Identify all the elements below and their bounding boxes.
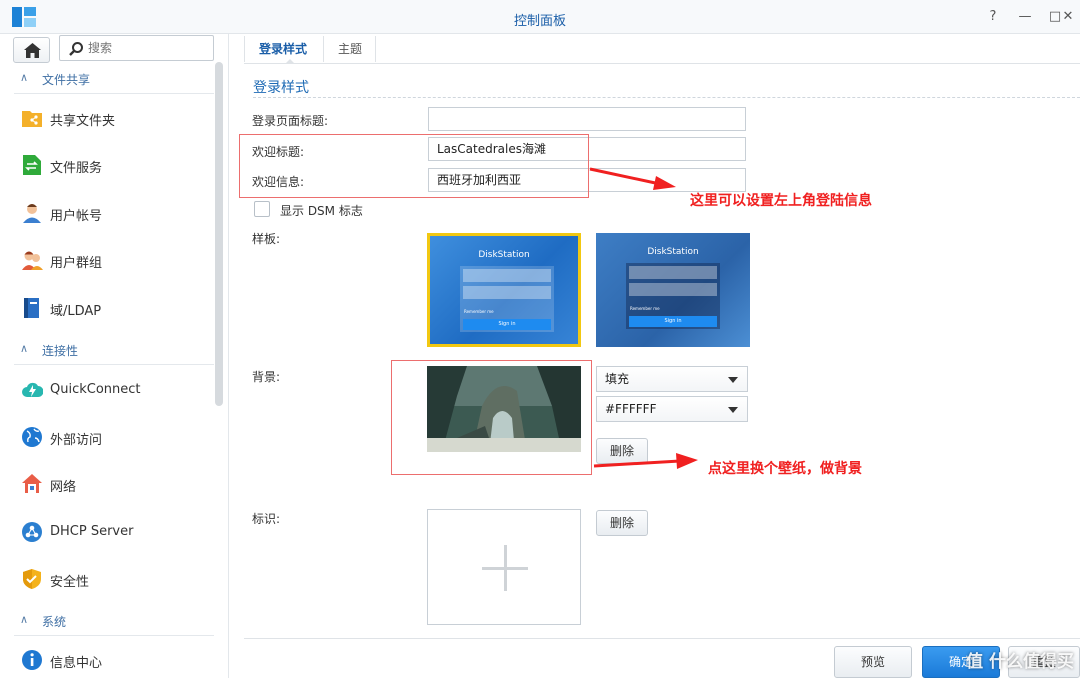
annotation-box-background xyxy=(391,360,592,475)
template-option-1[interactable]: DiskStation Remember me Sign in xyxy=(427,233,581,347)
section-file-sharing[interactable]: ∧ 文件共享 xyxy=(0,68,214,94)
sidebar-item-external-access[interactable]: 外部访问 xyxy=(0,415,214,459)
chevron-up-icon: ∧ xyxy=(20,71,29,84)
sidebar-item-group[interactable]: 用户群组 xyxy=(0,238,214,282)
home-icon xyxy=(24,43,41,58)
show-dsm-logo-label: 显示 DSM 标志 xyxy=(280,204,363,218)
template-remember: Remember me xyxy=(630,306,660,311)
delete-logo-button[interactable]: 删除 xyxy=(596,510,648,536)
sidebar-item-dhcp-server[interactable]: DHCP Server xyxy=(0,510,214,554)
window-title: 控制面板 xyxy=(513,14,566,29)
help-icon[interactable]: ? xyxy=(984,8,1002,26)
background-color-select[interactable]: #FFFFFF xyxy=(596,396,748,422)
sidebar-item-label: 安全性 xyxy=(50,575,90,590)
globe-icon xyxy=(22,427,42,447)
quickconnect-icon xyxy=(22,382,43,397)
page-title-label: 登录页面标题: xyxy=(252,114,329,128)
sidebar-item-label: QuickConnect xyxy=(50,382,141,397)
sidebar: ∧ 文件共享 共享文件夹 文件服务 用户帐号 用户群组 域/LDAP ∧ 连接性… xyxy=(0,34,229,678)
section-label: 连接性 xyxy=(42,344,79,358)
sidebar-item-label: 共享文件夹 xyxy=(50,114,116,129)
search-icon xyxy=(69,42,83,56)
minimize-icon[interactable]: — xyxy=(1016,8,1034,26)
watermark: 值 什么值得买 xyxy=(966,652,1074,672)
annotation-box-welcome xyxy=(239,134,589,198)
template-option-2[interactable]: DiskStation Remember me Sign in xyxy=(596,233,750,347)
template-title: DiskStation xyxy=(478,250,530,260)
sidebar-item-label: 网络 xyxy=(50,480,77,495)
sidebar-item-label: 外部访问 xyxy=(50,433,103,448)
dhcp-server-icon xyxy=(22,522,42,542)
section-label: 文件共享 xyxy=(42,73,91,87)
background-color-value: #FFFFFF xyxy=(605,402,657,416)
annotation-arrow-1 xyxy=(589,167,676,190)
main-panel: 登录样式 主题 登录样式 登录页面标题: 欢迎标题: LasCatedrales… xyxy=(244,34,1080,678)
logo-upload-area[interactable] xyxy=(427,509,581,625)
sidebar-item-quickconnect[interactable]: QuickConnect xyxy=(0,368,214,412)
sidebar-item-security[interactable]: 安全性 xyxy=(0,557,214,601)
sidebar-item-file-services[interactable]: 文件服务 xyxy=(0,143,214,187)
annotation-text-1: 这里可以设置左上角登陆信息 xyxy=(690,193,872,209)
template-signin: Sign in xyxy=(629,316,717,327)
sidebar-item-domain-ldap[interactable]: 域/LDAP xyxy=(0,286,214,330)
divider xyxy=(253,97,1080,98)
template-signin: Sign in xyxy=(463,319,551,330)
network-icon xyxy=(22,474,42,493)
chevron-up-icon: ∧ xyxy=(20,342,29,355)
section-label: 系统 xyxy=(42,615,67,629)
tab-theme[interactable]: 主题 xyxy=(330,38,370,62)
preview-button[interactable]: 预览 xyxy=(834,646,912,678)
section-system[interactable]: ∧ 系统 xyxy=(0,610,214,636)
sidebar-item-label: 用户帐号 xyxy=(50,209,103,224)
tab-bar: 登录样式 主题 xyxy=(244,34,1080,64)
sidebar-item-label: 用户群组 xyxy=(50,256,103,271)
annotation-arrow-2 xyxy=(593,453,698,469)
background-label: 背景: xyxy=(252,370,281,384)
sidebar-item-network[interactable]: 网络 xyxy=(0,462,214,506)
show-dsm-logo-checkbox[interactable] xyxy=(254,201,270,217)
user-group-icon xyxy=(22,251,43,270)
home-button[interactable] xyxy=(13,37,50,63)
footer-divider xyxy=(244,638,1080,639)
template-label: 样板: xyxy=(252,232,281,246)
user-icon xyxy=(23,204,41,223)
annotation-text-2: 点这里换个壁纸，做背景 xyxy=(708,461,862,477)
section-connectivity[interactable]: ∧ 连接性 xyxy=(0,339,214,365)
chevron-up-icon: ∧ xyxy=(20,613,29,626)
logo-label: 标识: xyxy=(252,512,281,526)
shield-icon xyxy=(23,569,41,589)
fill-mode-select[interactable]: 填充 xyxy=(596,366,748,392)
sidebar-item-info-center[interactable]: 信息中心 xyxy=(0,638,214,678)
info-icon xyxy=(22,650,42,670)
dropdown-arrow-icon xyxy=(728,377,738,383)
sidebar-item-label: 信息中心 xyxy=(50,656,103,671)
search-field[interactable] xyxy=(59,35,214,61)
page-title-input[interactable] xyxy=(428,107,746,131)
shared-folder-icon xyxy=(22,111,42,127)
fill-mode-value: 填充 xyxy=(605,372,630,386)
template-title: DiskStation xyxy=(647,247,699,257)
dropdown-arrow-icon xyxy=(728,407,738,413)
tab-login-style[interactable]: 登录样式 xyxy=(250,38,316,62)
section-title: 登录样式 xyxy=(253,80,309,96)
template-remember: Remember me xyxy=(464,309,494,314)
sidebar-item-label: 文件服务 xyxy=(50,161,103,176)
sidebar-item-label: DHCP Server xyxy=(50,524,134,539)
sidebar-item-user[interactable]: 用户帐号 xyxy=(0,191,214,235)
close-icon[interactable]: ✕ xyxy=(1058,8,1078,26)
search-input[interactable] xyxy=(88,39,208,57)
sidebar-scrollbar[interactable] xyxy=(215,62,223,406)
sidebar-item-shared-folder[interactable]: 共享文件夹 xyxy=(0,96,214,140)
domain-ldap-icon xyxy=(24,298,39,318)
sidebar-item-label: 域/LDAP xyxy=(50,304,102,319)
window-titlebar: 控制面板 ? — □ ✕ xyxy=(0,0,1080,34)
file-services-icon xyxy=(23,155,41,175)
